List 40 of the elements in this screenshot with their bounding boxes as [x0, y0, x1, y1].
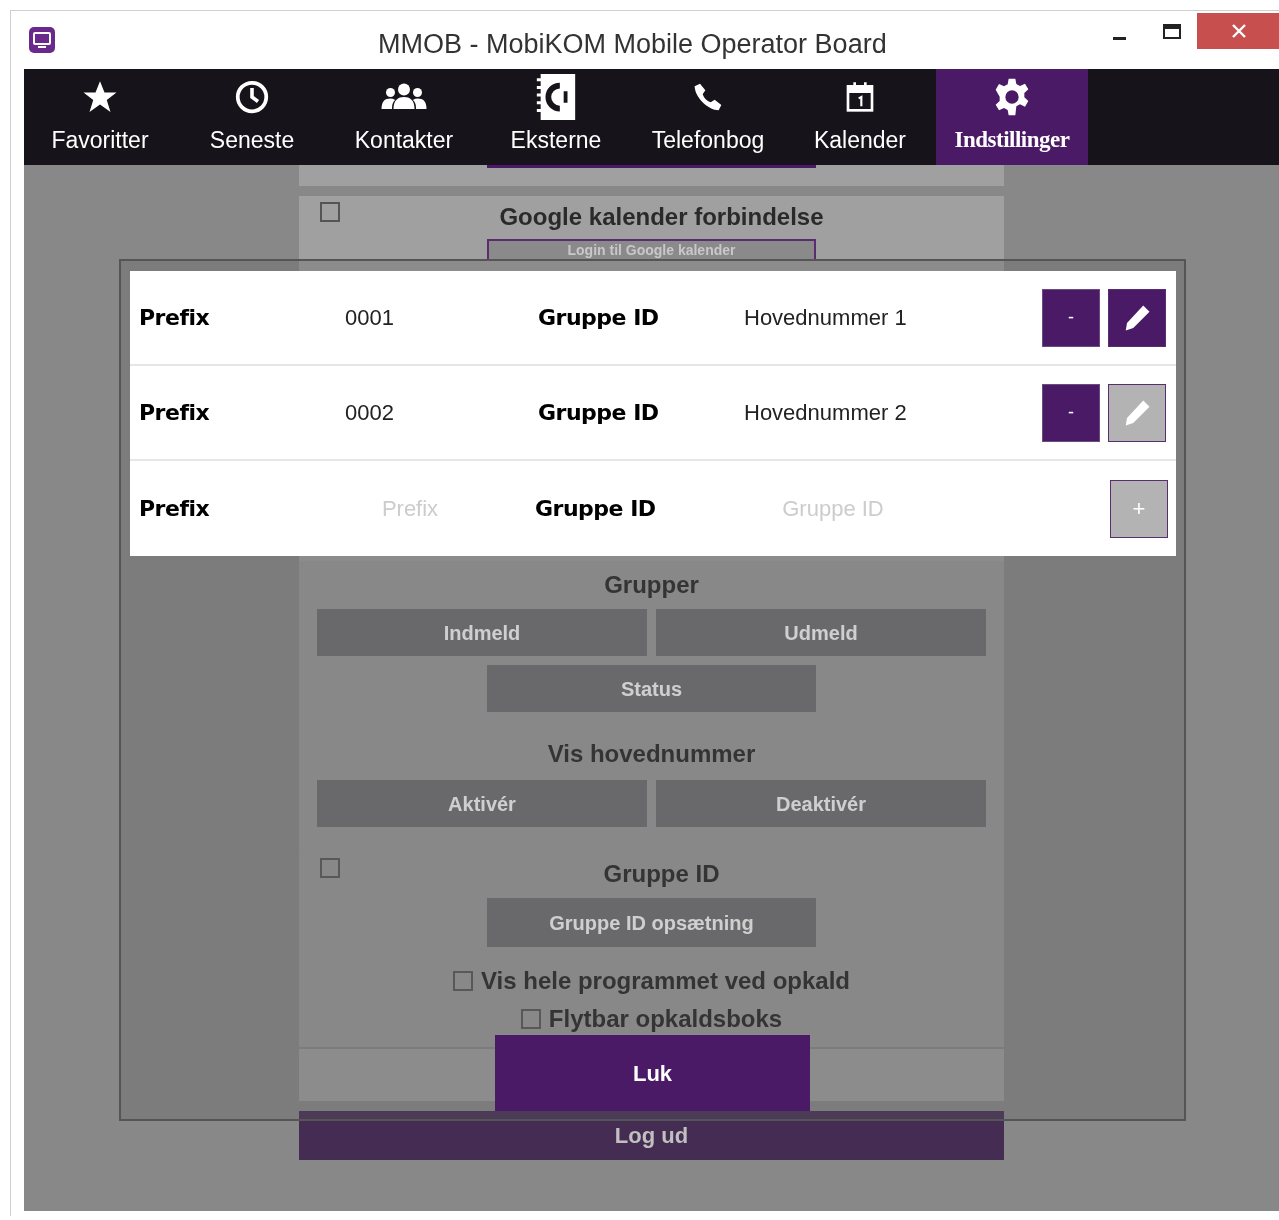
logout-button[interactable]: Log ud [299, 1111, 1004, 1160]
setting-title: Gruppe ID [603, 859, 720, 889]
button[interactable]: Status [487, 665, 816, 712]
field-label: Prefix [139, 304, 211, 332]
nav-tab[interactable]: Indstillinger [936, 69, 1088, 165]
people-icon [380, 81, 428, 112]
edit-button[interactable] [1108, 288, 1166, 347]
app-icon [28, 26, 56, 54]
remove-button[interactable]: - [1042, 288, 1100, 347]
option-label: Flytbar opkaldsboks [548, 1004, 783, 1034]
button[interactable]: Deaktivér [656, 780, 986, 827]
close-button[interactable] [1197, 13, 1279, 49]
checkbox[interactable] [520, 1009, 541, 1029]
section-title: Vis hovednummer [547, 739, 756, 769]
clock-icon [234, 78, 270, 115]
close-button[interactable]: Luk [495, 1035, 810, 1111]
section-title: Grupper [604, 570, 699, 600]
maximize-icon[interactable] [1162, 23, 1182, 41]
setting-title: Google kalender forbindelse [499, 202, 824, 232]
window-title: MMOB - MobiKOM Mobile Operator Board [378, 28, 887, 61]
field-label: Prefix [139, 495, 211, 523]
button[interactable]: Indmeld [317, 609, 647, 656]
field-label: Gruppe ID [535, 495, 657, 523]
calendar-icon [845, 80, 875, 113]
close-icon [1230, 23, 1247, 39]
field-value: 0001 [345, 304, 395, 332]
checkbox[interactable] [320, 858, 340, 878]
checkbox[interactable] [453, 971, 473, 991]
button[interactable]: Udmeld [656, 609, 986, 656]
field-label: Prefix [139, 399, 211, 427]
option-label: Vis hele programmet ved opkald [481, 966, 850, 996]
field-value: 0002 [345, 399, 395, 427]
button[interactable]: Gruppe ID opsætning [487, 898, 816, 947]
button[interactable]: Aktivér [317, 780, 647, 827]
field-value: Hovednummer 1 [744, 304, 908, 332]
field-label: Gruppe ID [538, 304, 660, 332]
remove-button[interactable]: - [1042, 383, 1100, 442]
field-label: Gruppe ID [538, 399, 660, 427]
checkbox[interactable] [320, 202, 340, 222]
field-value: Hovednummer 2 [744, 399, 908, 427]
